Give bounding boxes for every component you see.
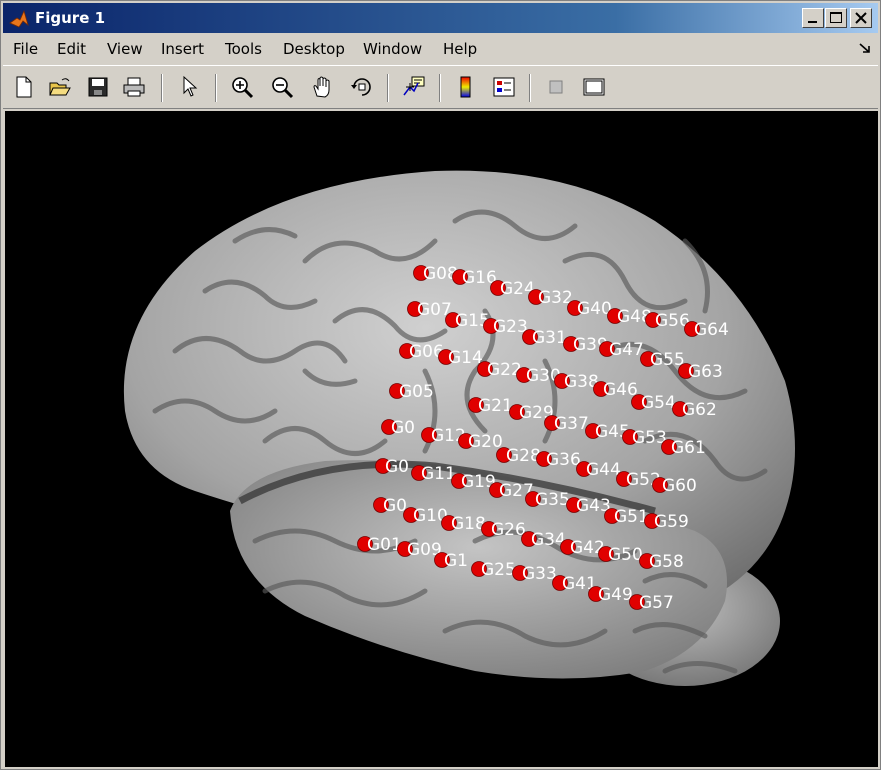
electrode-label: G05 [399, 382, 434, 402]
electrode-label: G54 [641, 393, 676, 413]
maximize-button[interactable] [825, 8, 847, 28]
print-icon [123, 77, 145, 97]
electrode-label: G64 [694, 320, 729, 340]
print-button[interactable] [119, 73, 149, 101]
minimize-icon [808, 21, 817, 23]
show-plot-tools-icon [583, 78, 605, 96]
electrode-label: G37 [554, 414, 589, 434]
maximize-icon [830, 12, 842, 23]
rotate-3d-icon [351, 78, 371, 96]
electrode-label: G0 [391, 418, 415, 438]
electrode-label: G08 [423, 264, 458, 284]
menu-file[interactable]: File [13, 40, 38, 58]
electrode-label: G32 [538, 288, 573, 308]
electrode-label: G50 [608, 545, 643, 565]
matlab-logo-icon [9, 9, 29, 28]
electrode-label: G57 [639, 593, 674, 613]
menu-view[interactable]: View [107, 40, 143, 58]
menu-help[interactable]: Help [443, 40, 477, 58]
toolbar-separator [161, 74, 163, 102]
minimize-button[interactable] [802, 8, 824, 28]
electrode-label: G28 [506, 446, 541, 466]
zoom-in-icon [232, 77, 254, 99]
electrode-label: G23 [493, 317, 528, 337]
menu-desktop[interactable]: Desktop [283, 40, 345, 58]
electrode-label: G25 [481, 560, 516, 580]
electrode-label: G36 [546, 450, 581, 470]
hide-plot-tools-icon [549, 80, 563, 94]
zoom-in-button[interactable] [227, 73, 257, 101]
close-icon [855, 12, 867, 24]
toolbar-separator [529, 74, 531, 102]
edit-plot-button[interactable] [175, 73, 205, 101]
electrode-label: G47 [609, 340, 644, 360]
figure-toolbar [3, 65, 878, 109]
toolbar-separator [215, 74, 217, 102]
electrode-label: G31 [532, 328, 567, 348]
open-file-icon [49, 78, 71, 96]
electrode-label: G40 [577, 299, 612, 319]
data-cursor-icon [403, 76, 425, 96]
insert-legend-icon [493, 77, 515, 97]
electrode-label: G44 [586, 460, 621, 480]
insert-legend-button[interactable] [489, 73, 519, 101]
toolbar-separator [387, 74, 389, 102]
electrode-label: G26 [491, 520, 526, 540]
insert-colorbar-icon [460, 76, 471, 98]
menu-tools[interactable]: Tools [225, 40, 262, 58]
electrode-label: G14 [448, 348, 483, 368]
title-bar[interactable]: Figure 1 [3, 3, 878, 33]
electrode-label: G59 [654, 512, 689, 532]
electrode-label: G58 [649, 552, 684, 572]
menu-insert[interactable]: Insert [161, 40, 204, 58]
electrode-label: G62 [682, 400, 717, 420]
menu-edit[interactable]: Edit [57, 40, 86, 58]
electrode-label: G33 [522, 564, 557, 584]
brain-plot[interactable]: G08 G16G24 G32G40 G48 G56 G64G07G15 G23G31 G39 G… [5, 111, 878, 767]
window-title: Figure 1 [35, 9, 106, 27]
rotate-3d-button[interactable] [347, 73, 377, 101]
hide-plot-tools-button[interactable] [541, 73, 571, 101]
electrode-label: G11 [421, 464, 456, 484]
figure-window: Figure 1 File Edit View Insert Tools Des… [0, 0, 881, 770]
show-plot-tools-button[interactable] [579, 73, 609, 101]
zoom-out-button[interactable] [267, 73, 297, 101]
dock-arrow-icon[interactable] [858, 41, 872, 55]
new-figure-button[interactable] [9, 73, 39, 101]
save-icon [88, 77, 108, 97]
electrode-label: G35 [535, 490, 570, 510]
electrode-label: G20 [468, 432, 503, 452]
new-figure-icon [16, 76, 32, 98]
pan-hand-icon [313, 76, 330, 98]
edit-plot-arrow-icon [183, 75, 198, 97]
figure-canvas[interactable]: G08 G16 G24 G32 G40 G48 G56 G64 G07 G15 G23 G31 G39 G… [5, 111, 878, 767]
close-button[interactable] [850, 8, 872, 28]
open-file-button[interactable] [45, 73, 75, 101]
toolbar-separator [439, 74, 441, 102]
electrode-label: G46 [603, 380, 638, 400]
electrode-label: G0 [385, 457, 409, 477]
electrode-label: G21 [478, 396, 513, 416]
zoom-out-icon [272, 77, 294, 99]
electrode-label: G61 [671, 438, 706, 458]
electrode-label: G01 [367, 535, 402, 555]
electrode-label: G51 [614, 507, 649, 527]
menu-window[interactable]: Window [363, 40, 422, 58]
electrode-label: G63 [688, 362, 723, 382]
save-button[interactable] [83, 73, 113, 101]
menu-bar: File Edit View Insert Tools Desktop Wind… [3, 35, 878, 63]
electrode-label: G18 [451, 514, 486, 534]
data-cursor-button[interactable] [399, 73, 429, 101]
electrode-label: G60 [662, 476, 697, 496]
insert-colorbar-button[interactable] [451, 73, 481, 101]
electrode-label: G1 [444, 551, 468, 571]
pan-button[interactable] [307, 73, 337, 101]
electrode-label: G49 [598, 585, 633, 605]
